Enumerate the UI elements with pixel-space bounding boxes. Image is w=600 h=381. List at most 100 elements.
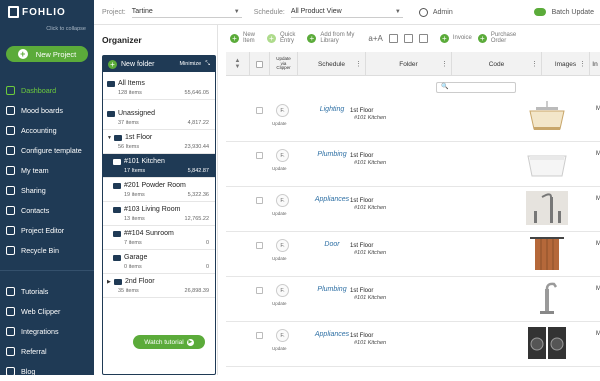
select-all-checkbox[interactable]: [256, 60, 263, 68]
sidebar-item-contacts[interactable]: Contacts: [0, 200, 94, 220]
column-menu-icon[interactable]: ⋮: [441, 60, 448, 68]
update-link[interactable]: Update: [272, 346, 287, 351]
sidebar-item-label: Project Editor: [21, 225, 65, 235]
clipper-badge[interactable]: F.: [276, 239, 289, 252]
table-row[interactable]: F. Update Appliances 1st Floor #101 Kitchen M: [226, 187, 600, 232]
sidebar-item-sharing[interactable]: Sharing: [0, 180, 94, 200]
clipper-badge[interactable]: F.: [276, 194, 289, 207]
schedule-column-header[interactable]: Schedule ⋮: [298, 52, 366, 76]
clipper-badge[interactable]: F.: [276, 329, 289, 342]
folder-item[interactable]: ▼ 1st Floor 56 Items 23,930.44: [103, 130, 215, 154]
update-link[interactable]: Update: [272, 256, 287, 261]
table-row[interactable]: F. Update Plumbing 1st Floor #101 Kitchen M: [226, 277, 600, 322]
table-row[interactable]: F. Update Appliances 1st Floor #101 Kitchen M: [226, 322, 600, 367]
caret-down-icon[interactable]: ▼: [107, 135, 114, 141]
folder-item[interactable]: Unassigned 37 items 4,817.22: [103, 106, 215, 130]
trash-icon[interactable]: [403, 33, 413, 43]
purchase-order-button[interactable]: + Purchase Order: [477, 32, 516, 45]
folder-item[interactable]: ##104 Sunroom 7 items 0: [103, 226, 215, 250]
next-column-header[interactable]: In: [590, 52, 600, 76]
sidebar-item-recycle-bin[interactable]: Recycle Bin: [0, 240, 94, 260]
sidebar-item-accounting[interactable]: Accounting: [0, 120, 94, 140]
column-menu-icon[interactable]: ⋮: [355, 60, 362, 68]
tap-image[interactable]: [526, 281, 568, 315]
sidebar-item-dashboard[interactable]: Dashboard: [0, 80, 94, 100]
clipper-badge[interactable]: F.: [276, 284, 289, 297]
merge-icon[interactable]: [418, 33, 428, 43]
sidebar-item-tutorials[interactable]: Tutorials: [0, 281, 94, 301]
sidebar-item-mood-boards[interactable]: Mood boards: [0, 100, 94, 120]
faucet-image[interactable]: [526, 191, 568, 225]
folder-item[interactable]: #201 Powder Room 19 items 5,322.36: [103, 178, 215, 202]
table-row[interactable]: F. Update Door 1st Floor #101 Kitchen M: [226, 232, 600, 277]
chevron-down-icon: ▼: [394, 8, 401, 15]
row-checkbox[interactable]: [256, 242, 263, 249]
project-select[interactable]: Tartine ▼: [131, 6, 242, 18]
add-from-library-button[interactable]: + Add from My Library: [307, 32, 354, 45]
code-search-input[interactable]: 🔍: [436, 82, 516, 93]
play-icon: ▶: [186, 338, 194, 346]
row-checkbox[interactable]: [256, 152, 263, 159]
sidebar-item-web-clipper[interactable]: Web Clipper: [0, 301, 94, 321]
copy-icon[interactable]: [388, 33, 398, 43]
new-folder-button[interactable]: New folder: [121, 61, 154, 68]
update-link[interactable]: Update: [272, 121, 287, 126]
user-icon: [418, 7, 428, 17]
sidebar-item-configure-template[interactable]: Configure template: [0, 140, 94, 160]
sort-column[interactable]: ▲ ▼: [226, 52, 250, 76]
collapse-sidebar-link[interactable]: Click to collapse: [0, 26, 94, 38]
row-checkbox[interactable]: [256, 107, 263, 114]
table-row[interactable]: F. Update Lighting 1st Floor #101 Kitchen M: [226, 97, 600, 142]
door-image[interactable]: [526, 236, 568, 270]
invoice-button[interactable]: + Invoice: [439, 33, 472, 43]
pendant-light-image[interactable]: [526, 101, 568, 135]
plus-icon: +: [267, 33, 277, 43]
folder-item[interactable]: #103 Living Room 13 items 12,765.22: [103, 202, 215, 226]
row-checkbox[interactable]: [256, 287, 263, 294]
user-menu[interactable]: Admin: [418, 7, 453, 17]
new-item-button[interactable]: + New Item: [230, 32, 255, 45]
folder-column-header[interactable]: Folder ⋮: [366, 52, 452, 76]
sidebar-item-referral[interactable]: Referral: [0, 341, 94, 361]
folder-item[interactable]: ▶ 2nd Floor 35 items 26,898.39: [103, 274, 215, 298]
folder-item[interactable]: All Items 128 items 55,646.05: [103, 76, 215, 100]
folder-item[interactable]: Garage 0 items 0: [103, 250, 215, 274]
row-checkbox[interactable]: [256, 332, 263, 339]
folder-meta: 128 items 55,646.05: [107, 90, 215, 96]
caret-right-icon[interactable]: ▶: [107, 279, 114, 285]
sidebar-item-integrations[interactable]: Integrations: [0, 321, 94, 341]
new-project-button[interactable]: + New Project: [6, 46, 88, 62]
column-menu-icon[interactable]: ⋮: [579, 60, 586, 68]
update-link[interactable]: Update: [272, 211, 287, 216]
images-column-header[interactable]: Images ⋮: [542, 52, 590, 76]
code-column-header[interactable]: Code ⋮: [452, 52, 542, 76]
folder-total: 4,817.22: [187, 120, 209, 126]
sidebar-item-blog[interactable]: Blog: [0, 361, 94, 381]
quick-entry-button[interactable]: + Quick Entry: [267, 32, 295, 45]
clipper-badge[interactable]: F.: [276, 104, 289, 117]
schedule-select[interactable]: All Product View ▼: [290, 6, 403, 18]
folder-meta: 13 items 12,765.22: [113, 216, 215, 222]
images-header-label: Images: [554, 60, 577, 68]
sidebar-item-project-editor[interactable]: Project Editor: [0, 220, 94, 240]
select-all-column[interactable]: [250, 52, 270, 76]
update-link[interactable]: Update: [272, 301, 287, 306]
folder-name: Garage: [124, 254, 148, 261]
table-row[interactable]: F. Update Plumbing 1st Floor #101 Kitchen M: [226, 142, 600, 187]
sink-image[interactable]: [526, 146, 568, 180]
minimize-button[interactable]: Minimize: [179, 61, 201, 67]
clipper-badge[interactable]: F.: [276, 149, 289, 162]
brand-logo[interactable]: FOHLIO: [0, 0, 94, 24]
font-size-button[interactable]: a+A: [368, 34, 382, 43]
column-menu-icon[interactable]: ⋮: [531, 60, 538, 68]
folder-item[interactable]: #101 Kitchen 17 Items 5,842.87: [103, 154, 215, 178]
washer-image[interactable]: [526, 326, 568, 360]
plus-icon: +: [108, 59, 117, 69]
folder-icon: [114, 278, 122, 285]
watch-tutorial-button[interactable]: Watch tutorial ▶: [133, 335, 205, 349]
row-checkbox[interactable]: [256, 197, 263, 204]
batch-update-button[interactable]: Batch Update: [533, 8, 594, 16]
update-link[interactable]: Update: [272, 166, 287, 171]
sidebar-item-my-team[interactable]: My team: [0, 160, 94, 180]
collapse-arrows-icon[interactable]: ⤡: [205, 61, 210, 68]
